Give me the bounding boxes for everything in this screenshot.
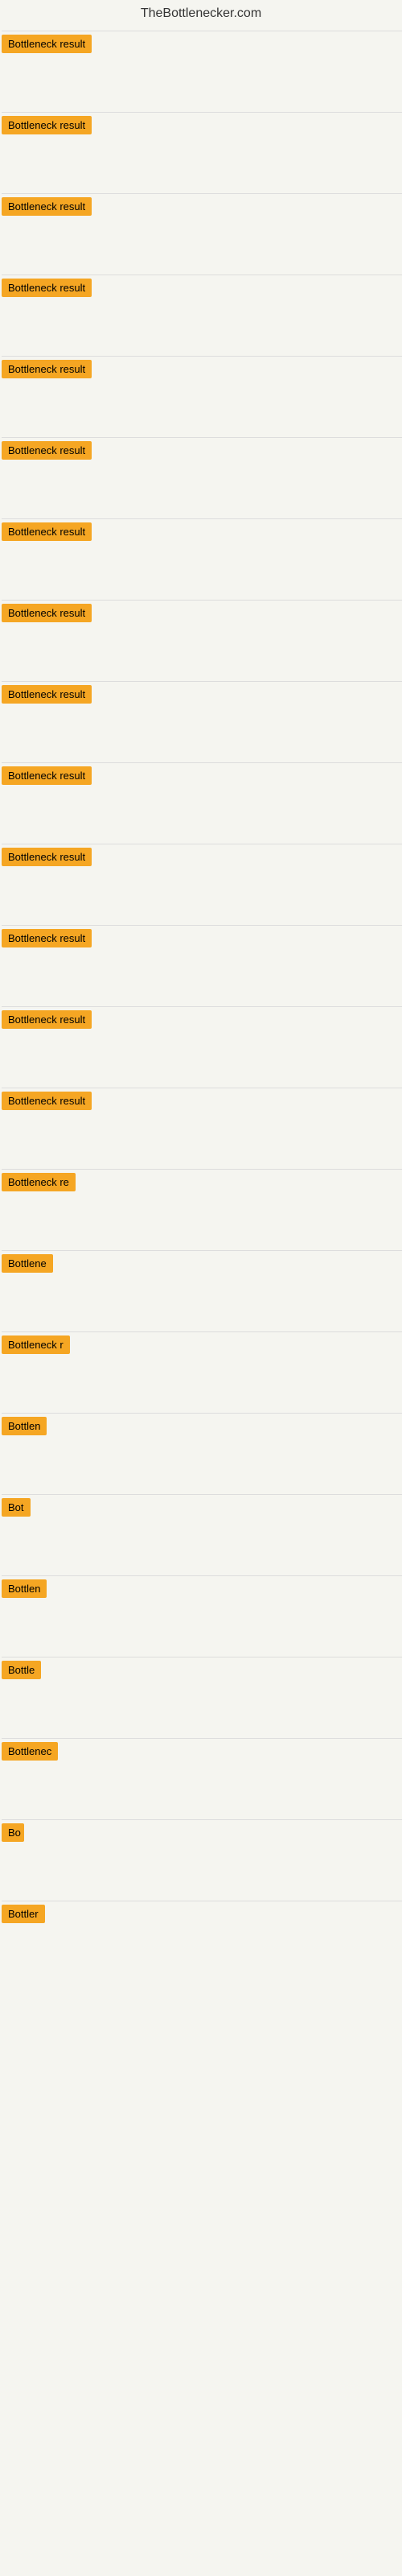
bottleneck-badge[interactable]: Bottlenec bbox=[2, 1742, 58, 1761]
site-title: TheBottlenecker.com bbox=[0, 0, 402, 24]
divider bbox=[2, 1169, 402, 1170]
list-item: Bottlenec bbox=[2, 1732, 402, 1813]
list-item: Bottleneck result bbox=[2, 756, 402, 837]
bottleneck-badge[interactable]: Bottleneck result bbox=[2, 929, 92, 947]
list-item: Bottler bbox=[2, 1894, 402, 1975]
bottleneck-badge[interactable]: Bottleneck re bbox=[2, 1173, 76, 1191]
list-item: Bottleneck result bbox=[2, 105, 402, 187]
list-item: Bottleneck result bbox=[2, 431, 402, 512]
divider bbox=[2, 112, 402, 113]
bottleneck-badge[interactable]: Bottleneck result bbox=[2, 766, 92, 785]
divider bbox=[2, 1494, 402, 1495]
list-item: Bottleneck result bbox=[2, 1000, 402, 1081]
bottleneck-badge[interactable]: Bottler bbox=[2, 1905, 45, 1923]
bottleneck-badge[interactable]: Bottleneck result bbox=[2, 197, 92, 216]
divider bbox=[2, 1331, 402, 1332]
divider bbox=[2, 518, 402, 519]
bottleneck-badge[interactable]: Bottleneck result bbox=[2, 522, 92, 541]
list-item: Bottlen bbox=[2, 1406, 402, 1488]
bottleneck-badge[interactable]: Bottleneck result bbox=[2, 441, 92, 460]
list-item: Bot bbox=[2, 1488, 402, 1569]
divider bbox=[2, 681, 402, 682]
divider bbox=[2, 925, 402, 926]
bottleneck-badge[interactable]: Bottlen bbox=[2, 1579, 47, 1598]
list-item: Bottlene bbox=[2, 1244, 402, 1325]
bottleneck-badge[interactable]: Bottlene bbox=[2, 1254, 53, 1273]
list-item: Bottleneck result bbox=[2, 349, 402, 431]
list-item: Bottleneck result bbox=[2, 512, 402, 593]
bottleneck-badge[interactable]: Bottlen bbox=[2, 1417, 47, 1435]
list-item: Bottleneck result bbox=[2, 837, 402, 919]
divider bbox=[2, 1819, 402, 1820]
divider bbox=[2, 1006, 402, 1007]
list-item: Bottleneck result bbox=[2, 919, 402, 1000]
list-item: Bottleneck result bbox=[2, 24, 402, 105]
list-item: Bottleneck result bbox=[2, 675, 402, 756]
divider bbox=[2, 762, 402, 763]
list-item: Bottleneck result bbox=[2, 1081, 402, 1162]
list-item: Bo bbox=[2, 1813, 402, 1894]
bottleneck-badge[interactable]: Bottleneck result bbox=[2, 360, 92, 378]
bottleneck-badge[interactable]: Bottleneck result bbox=[2, 35, 92, 53]
bottleneck-badge[interactable]: Bo bbox=[2, 1823, 24, 1842]
bottleneck-badge[interactable]: Bottleneck result bbox=[2, 1092, 92, 1110]
divider bbox=[2, 1575, 402, 1576]
items-list: Bottleneck result Bottleneck result Bottle… bbox=[0, 24, 402, 1975]
list-item: Bottlen bbox=[2, 1569, 402, 1650]
list-item: Bottleneck r bbox=[2, 1325, 402, 1406]
divider bbox=[2, 193, 402, 194]
bottleneck-badge[interactable]: Bottle bbox=[2, 1661, 41, 1679]
bottleneck-badge[interactable]: Bottleneck result bbox=[2, 848, 92, 866]
bottleneck-badge[interactable]: Bottleneck result bbox=[2, 1010, 92, 1029]
divider bbox=[2, 1250, 402, 1251]
page-container: TheBottlenecker.com Bottleneck resultBot… bbox=[0, 0, 402, 1975]
list-item: Bottleneck result bbox=[2, 268, 402, 349]
divider bbox=[2, 356, 402, 357]
divider bbox=[2, 1413, 402, 1414]
divider bbox=[2, 437, 402, 438]
list-item: Bottleneck result bbox=[2, 187, 402, 268]
list-item: Bottle bbox=[2, 1650, 402, 1732]
bottleneck-badge[interactable]: Bottleneck r bbox=[2, 1335, 70, 1354]
bottleneck-badge[interactable]: Bottleneck result bbox=[2, 279, 92, 297]
bottleneck-badge[interactable]: Bottleneck result bbox=[2, 685, 92, 704]
bottleneck-badge[interactable]: Bottleneck result bbox=[2, 604, 92, 622]
list-item: Bottleneck result bbox=[2, 593, 402, 675]
list-item: Bottleneck re bbox=[2, 1162, 402, 1244]
divider bbox=[2, 600, 402, 601]
divider bbox=[2, 1738, 402, 1739]
bottleneck-badge[interactable]: Bot bbox=[2, 1498, 31, 1517]
bottleneck-badge[interactable]: Bottleneck result bbox=[2, 116, 92, 134]
